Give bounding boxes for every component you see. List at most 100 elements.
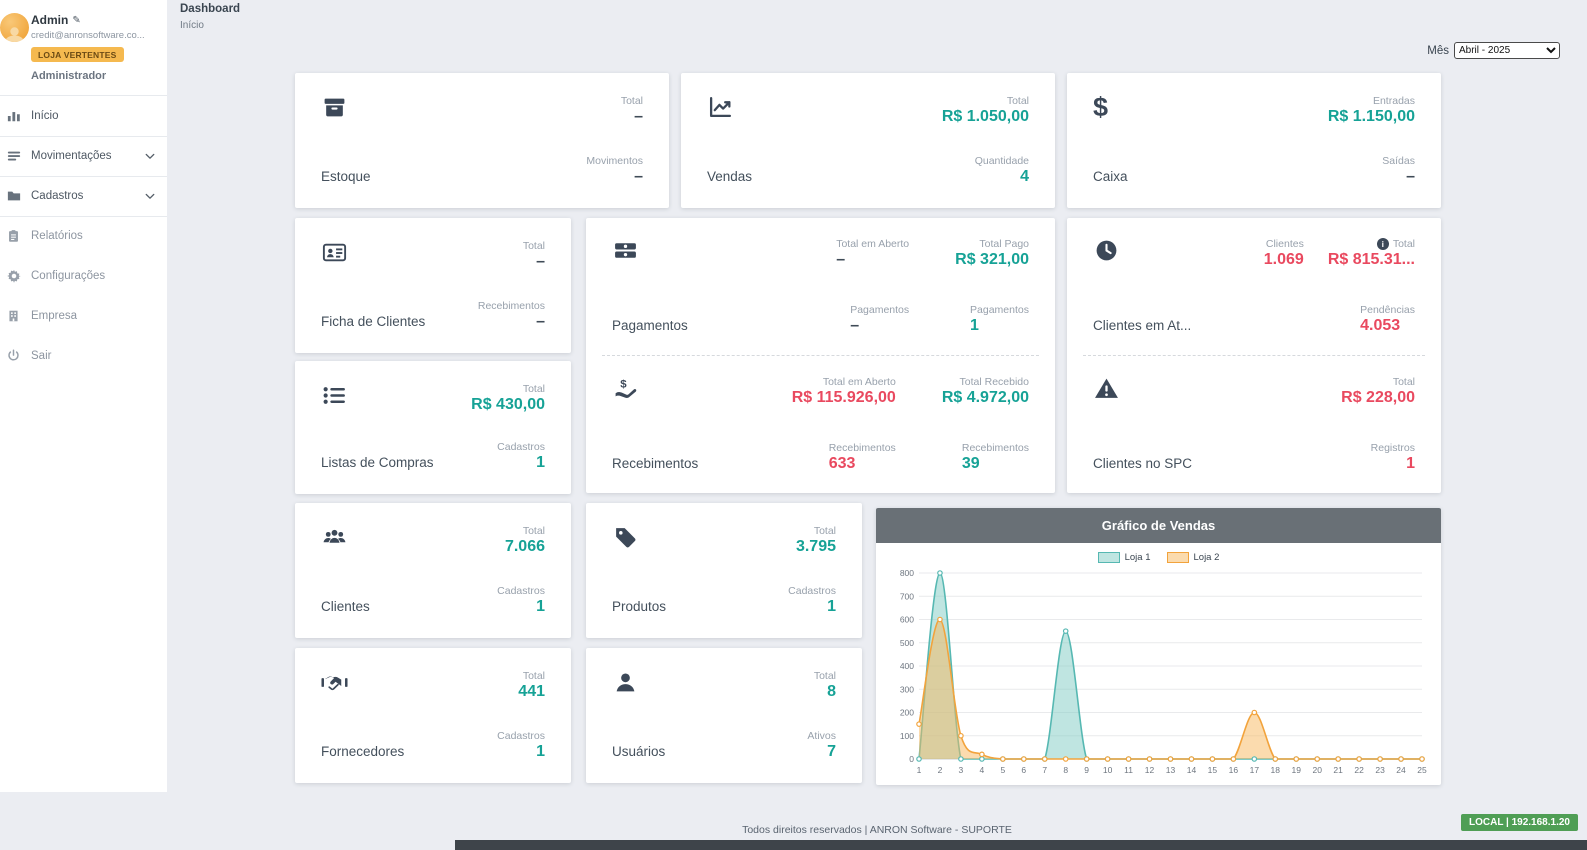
card-title: Pagamentos [612,318,688,335]
card-title: Recebimentos [612,456,698,473]
svg-text:300: 300 [900,684,914,694]
stat-value: 1 [1341,455,1415,473]
stat-value: R$ 1.050,00 [942,108,1029,126]
stat-label: Saídas [1328,155,1415,167]
sidebar-item-sair[interactable]: Sair [0,336,167,376]
month-label: Mês [1427,45,1449,57]
stat-label: Total em Aberto [836,238,909,250]
stat-label: Total Pago [955,238,1029,250]
chevron-down-icon [145,193,155,200]
stat-value: R$ 1.150,00 [1328,108,1415,126]
stat-value: 1 [471,454,545,472]
svg-text:23: 23 [1375,765,1385,775]
stat-label: Quantidade [942,155,1029,167]
card-title: Fornecedores [321,744,404,761]
stat-value: 441 [497,683,545,701]
card-title: Caixa [1093,169,1128,186]
sidebar-item-empresa[interactable]: Empresa [0,296,167,336]
svg-text:6: 6 [1021,765,1026,775]
card-produtos: Produtos Total3.795 Cadastros1 [586,503,862,638]
stat-label: Total [478,240,545,252]
card-title: Estoque [321,169,371,186]
svg-text:11: 11 [1124,765,1133,775]
user-profile: Admin ✎ credit@anronsoftware.co... LOJA … [0,0,167,90]
user-role: Administrador [31,70,161,82]
stat-value: R$ 228,00 [1341,389,1415,407]
clientes-atraso-section: Clientes em At... Clientes1.069 iTotalR$… [1067,218,1441,355]
sidebar-nav: Início Movimentações Cadastros Relatório… [0,95,167,376]
sidebar-item-inicio[interactable]: Início [0,96,167,136]
card-ficha-clientes: Ficha de Clientes Total– Recebimentos– [295,218,571,353]
svg-text:18: 18 [1271,765,1281,775]
stat-label: Total [788,525,836,537]
card-listas-compras: Listas de Compras TotalR$ 430,00 Cadastr… [295,361,571,494]
svg-text:1: 1 [917,765,922,775]
svg-text:600: 600 [900,615,914,625]
stat-label: Total Recebido [942,376,1029,388]
clock-icon [1093,238,1191,265]
svg-text:13: 13 [1166,765,1176,775]
stat-value: – [478,253,545,271]
money-bills-icon [612,238,688,265]
stat-label: Registros [1341,442,1415,454]
sidebar-item-label: Cadastros [31,190,83,202]
svg-text:$: $ [620,378,627,390]
card-fornecedores: Fornecedores Total441 Cadastros1 [295,648,571,783]
card-estoque: Estoque Total– Movimentos– [295,73,669,208]
chart-title: Gráfico de Vendas [876,508,1441,543]
svg-text:12: 12 [1145,765,1155,775]
building-icon [5,309,22,323]
clipboard-icon [5,229,22,243]
stat-value: 7.066 [497,538,545,556]
person-icon [3,27,26,42]
legend-item-loja1[interactable]: Loja 1 [1098,552,1151,563]
sidebar: Admin ✎ credit@anronsoftware.co... LOJA … [0,0,167,792]
svg-text:20: 20 [1312,765,1322,775]
stat-label: Total [586,95,643,107]
tag-icon [612,525,666,552]
svg-text:8: 8 [1063,765,1068,775]
legend-item-loja2[interactable]: Loja 2 [1167,552,1220,563]
edit-pencil-icon[interactable]: ✎ [72,15,80,26]
hand-dollar-icon: $ [612,376,698,403]
svg-text:0: 0 [909,754,914,764]
svg-text:14: 14 [1187,765,1197,775]
sidebar-item-relatorios[interactable]: Relatórios [0,216,167,256]
legend-label: Loja 1 [1125,552,1151,563]
stat-label: Pagamentos [850,304,909,316]
users-group-icon [321,525,370,552]
svg-text:9: 9 [1084,765,1089,775]
stat-value: – [586,168,643,186]
legend-swatch [1098,552,1120,563]
sidebar-item-label: Configurações [31,270,105,282]
user-name-row: Admin ✎ [31,13,161,27]
stat-label: Total [497,525,545,537]
svg-text:25: 25 [1417,765,1427,775]
stat-value: 1 [497,743,545,761]
svg-text:200: 200 [900,708,914,718]
stat-label: Recebimentos [962,442,1029,454]
month-filter: Mês Abril - 2025 [1427,42,1560,59]
stat-label: Total [942,95,1029,107]
stat-label: Recebimentos [478,300,545,312]
card-title: Produtos [612,599,666,616]
sidebar-item-movimentacoes[interactable]: Movimentações [0,136,167,176]
svg-text:4: 4 [980,765,985,775]
svg-text:22: 22 [1354,765,1364,775]
sidebar-item-configuracoes[interactable]: Configurações [0,256,167,296]
user-name: Admin [31,13,68,27]
home-chart-icon [5,109,22,123]
environment-badge: LOCAL | 192.168.1.20 [1461,814,1578,831]
bottom-bar [455,840,1587,850]
stat-value: – [850,317,909,335]
stat-label: Total em Aberto [792,376,896,388]
svg-text:100: 100 [900,731,914,741]
list-bullets-icon [321,383,434,410]
sidebar-item-cadastros[interactable]: Cadastros [0,176,167,216]
stat-value: 1 [497,598,545,616]
chart-legend: Loja 1 Loja 2 [885,543,1432,563]
stat-label: Recebimentos [829,442,896,454]
stat-label: Total [807,670,836,682]
card-clientes: Clientes Total7.066 Cadastros1 [295,503,571,638]
month-select[interactable]: Abril - 2025 [1454,42,1560,59]
